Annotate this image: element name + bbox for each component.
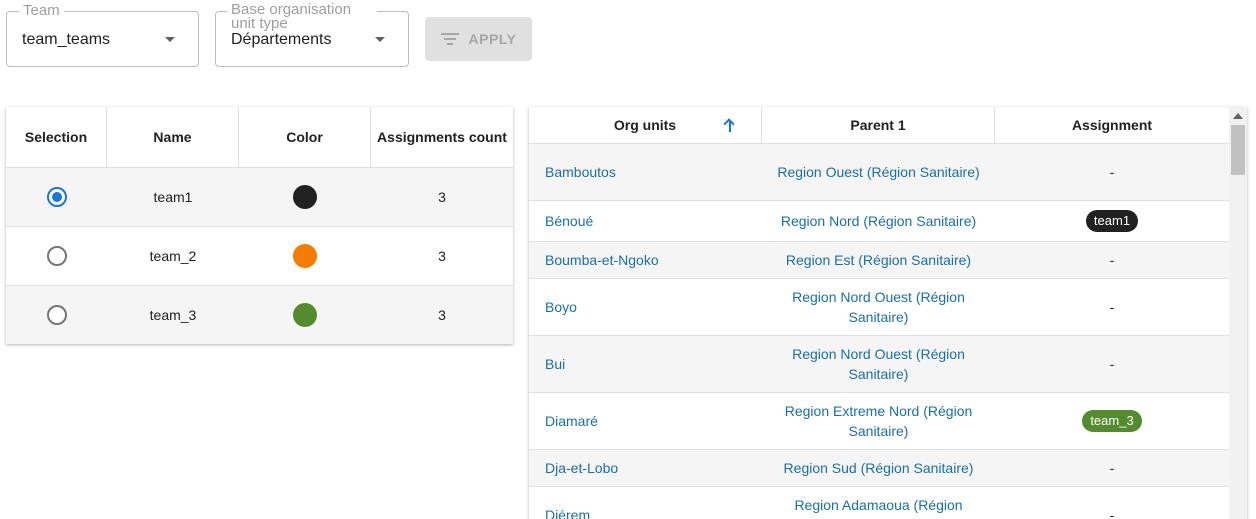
selection-cell [6,286,107,344]
team-assignments-count: 3 [438,189,446,205]
team-row[interactable]: team1 3 [6,167,513,226]
selection-cell [6,227,107,285]
assignment-empty: - [1109,507,1115,519]
org-unit-row[interactable]: Diamaré Region Extreme Nord (Région Sanit… [529,393,1247,450]
team-name: team_2 [149,248,197,264]
org-unit-row[interactable]: Boumba-et-Ngoko Region Est (Région Sanita… [529,242,1247,279]
org-unit-parent[interactable]: Region Nord Ouest (Région Sanitaire) [762,287,995,327]
org-unit-row[interactable]: Boyo Region Nord Ouest (Région Sanitaire)… [529,279,1247,336]
org-unit-type-select-value: Départements [231,31,332,48]
teams-table-header: Selection Name Color Assignments count [6,107,513,167]
org-unit-assignment: team_3 [995,410,1229,432]
org-units-table-body: Bamboutos Region Ouest (Région Sanitaire)… [529,144,1247,519]
org-unit-assignment: - [995,356,1229,372]
org-units-table-header: Org units Parent 1 Assignment [529,107,1247,144]
team-select[interactable]: Team team_teams [6,3,199,67]
team-color-swatch [293,303,317,327]
org-unit-assignment: - [995,460,1229,476]
org-unit-parent[interactable]: Region Extreme Nord (Région Sanitaire) [762,401,995,441]
team-row[interactable]: team_2 3 [6,226,513,285]
apply-button-label: APPLY [468,31,517,47]
assignment-empty: - [1109,356,1115,372]
header-color[interactable]: Color [239,107,371,167]
org-unit-assignment: - [995,507,1229,519]
assignment-empty: - [1109,252,1115,268]
header-assignments-count[interactable]: Assignments count [371,107,513,167]
teams-table-body: team1 3 team_2 3 team_3 3 [6,167,513,344]
team-radio[interactable] [46,305,67,325]
org-unit-assignment: - [995,299,1229,315]
team-assignments-count: 3 [438,248,446,264]
org-unit-row[interactable]: Bamboutos Region Ouest (Région Sanitaire)… [529,144,1247,201]
scrollbar[interactable] [1229,107,1247,519]
team-assignments-count: 3 [438,307,446,323]
filter-icon [440,32,459,46]
dropdown-arrow-icon [165,37,175,42]
org-unit-parent[interactable]: Region Est (Région Sanitaire) [762,250,995,270]
org-unit-assignment: team1 [995,210,1229,232]
team-name: team1 [153,189,193,205]
org-unit-name[interactable]: Bamboutos [529,164,762,180]
team-name: team_3 [149,307,197,323]
org-unit-name[interactable]: Diamaré [529,413,762,429]
scroll-up-arrow-icon[interactable] [1233,113,1243,119]
org-unit-parent[interactable]: Region Ouest (Région Sanitaire) [762,162,995,182]
header-assignment[interactable]: Assignment [995,107,1229,143]
team-radio[interactable] [46,187,67,207]
org-unit-type-select[interactable]: Base organisation unit type Départements [215,2,409,67]
dropdown-arrow-icon [375,37,385,42]
color-cell [239,227,371,285]
team-color-swatch [293,244,317,268]
assignment-chip: team_3 [1082,410,1142,432]
org-unit-name[interactable]: Boumba-et-Ngoko [529,252,762,268]
assignment-empty: - [1109,299,1115,315]
org-unit-name[interactable]: Diérem [529,507,762,519]
org-unit-assignment: - [995,252,1229,268]
header-org-units[interactable]: Org units [529,107,762,143]
team-select-label: Team [19,3,64,18]
team-row[interactable]: team_3 3 [6,285,513,344]
header-org-units-label: Org units [613,117,677,133]
org-unit-row[interactable]: Dja-et-Lobo Region Sud (Région Sanitaire)… [529,450,1247,487]
org-unit-parent[interactable]: Region Nord Ouest (Région Sanitaire) [762,344,995,384]
team-radio[interactable] [46,246,67,266]
org-unit-type-select-label: Base organisation unit type [227,2,377,31]
org-unit-row[interactable]: Bénoué Region Nord (Région Sanitaire) team… [529,201,1247,242]
apply-button[interactable]: APPLY [425,17,532,61]
assignment-empty: - [1109,164,1115,180]
selection-cell [6,168,107,226]
header-parent[interactable]: Parent 1 [762,107,995,143]
team-color-swatch [293,185,317,209]
org-unit-name[interactable]: Dja-et-Lobo [529,460,762,476]
header-name[interactable]: Name [107,107,239,167]
org-unit-name[interactable]: Boyo [529,299,762,315]
org-unit-parent[interactable]: Region Adamaoua (Région Sanitaire) [762,495,995,519]
team-select-value: team_teams [22,31,111,48]
teams-table: Selection Name Color Assignments count t… [6,107,513,344]
org-unit-assignment: - [995,164,1229,180]
sort-ascending-icon[interactable] [723,118,737,134]
org-units-table: Org units Parent 1 Assignment Bamboutos R… [529,107,1247,519]
org-unit-row[interactable]: DiéremRegion Adamaoua (Région Sanitaire)… [529,487,1247,519]
scrollbar-thumb[interactable] [1231,125,1245,175]
org-unit-parent[interactable]: Region Sud (Région Sanitaire) [762,458,995,478]
assignment-empty: - [1109,460,1115,476]
header-selection: Selection [6,107,107,167]
org-unit-parent[interactable]: Region Nord (Région Sanitaire) [762,211,995,231]
assignment-chip: team1 [1085,210,1139,232]
org-unit-row[interactable]: Bui Region Nord Ouest (Région Sanitaire) - [529,336,1247,393]
color-cell [239,286,371,344]
org-unit-name[interactable]: Bénoué [529,213,762,229]
color-cell [239,168,371,226]
org-unit-name[interactable]: Bui [529,356,762,372]
